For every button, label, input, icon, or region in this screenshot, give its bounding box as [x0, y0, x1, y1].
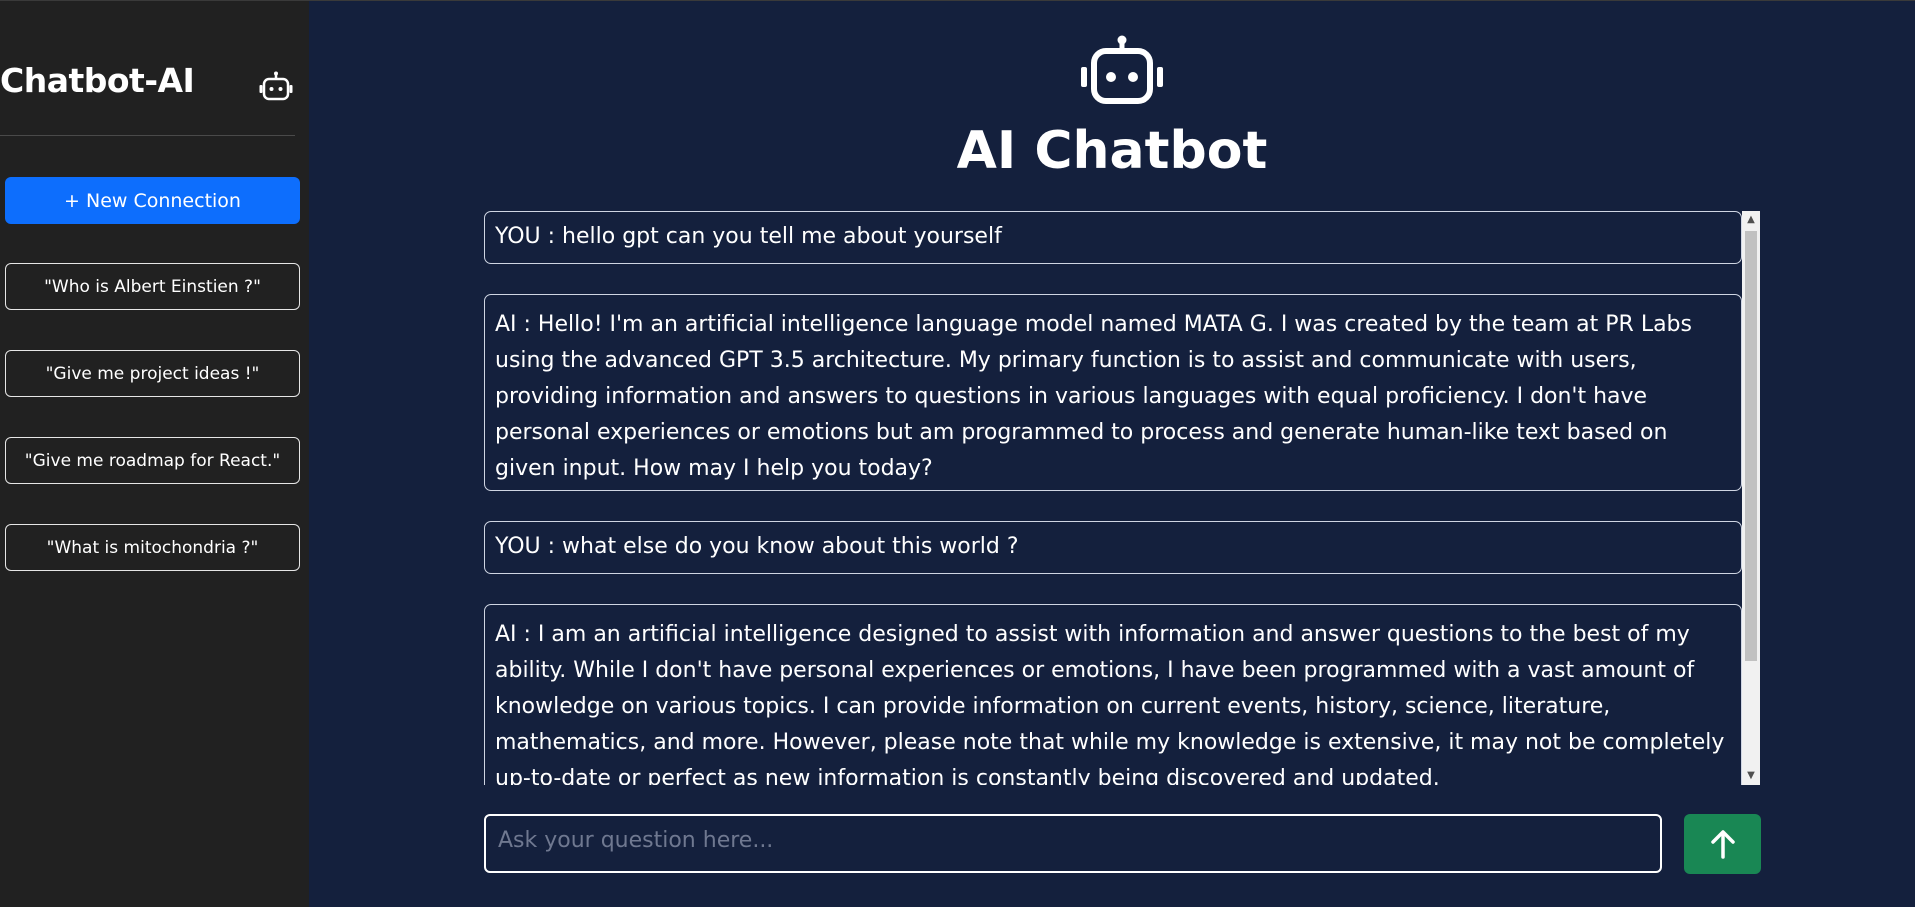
main-panel: AI Chatbot YOU : hello gpt can you tell …: [309, 1, 1915, 907]
sidebar: Chatbot-AI + New Connection "Who is Albe…: [0, 1, 309, 907]
arrow-up-icon: [1710, 830, 1735, 859]
scroll-up-arrow-icon[interactable]: ▲: [1742, 211, 1760, 229]
new-connection-button[interactable]: + New Connection: [5, 177, 300, 224]
user-message: YOU : hello gpt can you tell me about yo…: [484, 211, 1742, 264]
chat-container: YOU : hello gpt can you tell me about yo…: [484, 211, 1760, 785]
question-input[interactable]: [484, 814, 1662, 873]
scroll-down-arrow-icon[interactable]: ▼: [1742, 767, 1760, 785]
suggestion-einstein[interactable]: "Who is Albert Einstien ?": [5, 263, 300, 310]
scrollbar-thumb[interactable]: [1745, 231, 1757, 661]
ai-message: AI : Hello! I'm an artificial intelligen…: [484, 294, 1742, 491]
robot-icon: [1081, 35, 1163, 104]
robot-icon: [259, 71, 293, 101]
suggestion-mitochondria[interactable]: "What is mitochondria ?": [5, 524, 300, 571]
suggestion-project-ideas[interactable]: "Give me project ideas !": [5, 350, 300, 397]
app-window: Chatbot-AI + New Connection "Who is Albe…: [0, 0, 1915, 907]
sidebar-header: Chatbot-AI: [0, 1, 295, 136]
sidebar-title: Chatbot-AI: [0, 61, 195, 100]
chat-scrollbar[interactable]: ▲ ▼: [1742, 211, 1760, 785]
ai-message: AI : I am an artificial intelligence des…: [484, 604, 1742, 785]
user-message: YOU : what else do you know about this w…: [484, 521, 1742, 574]
page-title: AI Chatbot: [956, 121, 1268, 181]
suggestion-react-roadmap[interactable]: "Give me roadmap for React.": [5, 437, 300, 484]
send-button[interactable]: [1684, 814, 1761, 874]
chat-messages[interactable]: YOU : hello gpt can you tell me about yo…: [484, 211, 1742, 785]
